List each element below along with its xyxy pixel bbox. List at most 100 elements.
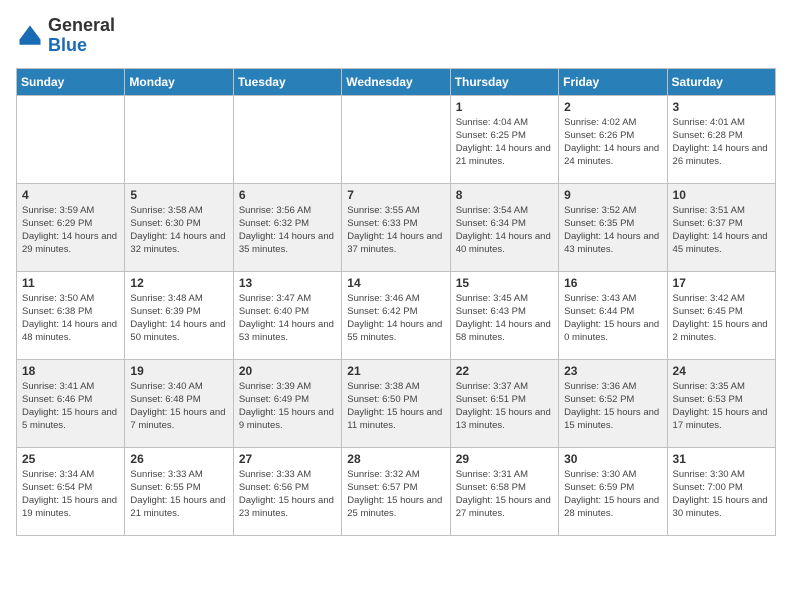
week-row-3: 11 Sunrise: 3:50 AM Sunset: 6:38 PM Dayli… (17, 271, 776, 359)
logo-icon (16, 22, 44, 50)
day-info: Sunrise: 4:02 AM Sunset: 6:26 PM Dayligh… (564, 116, 661, 169)
calendar-cell: 1Sunrise: 4:04 AM Sunset: 6:25 PM Daylig… (450, 95, 558, 183)
calendar-cell: 9 Sunrise: 3:52 AM Sunset: 6:35 PM Daylig… (559, 183, 667, 271)
day-number: 21 (347, 364, 444, 378)
calendar-cell: 16Sunrise: 3:43 AM Sunset: 6:44 PM Dayli… (559, 271, 667, 359)
calendar-cell: 15 Sunrise: 3:45 AM Sunset: 6:43 PM Dayli… (450, 271, 558, 359)
day-number: 10 (673, 188, 770, 202)
calendar-cell: 24 Sunrise: 3:35 AM Sunset: 6:53 PM Dayli… (667, 359, 775, 447)
day-number: 12 (130, 276, 227, 290)
calendar-cell: 22 Sunrise: 3:37 AM Sunset: 6:51 PM Dayli… (450, 359, 558, 447)
day-info: Sunrise: 3:33 AM Sunset: 6:55 PM Dayligh… (130, 468, 227, 521)
day-number: 24 (673, 364, 770, 378)
day-info: Sunrise: 3:54 AM Sunset: 6:34 PM Dayligh… (456, 204, 553, 257)
calendar-cell: 26 Sunrise: 3:33 AM Sunset: 6:55 PM Dayli… (125, 447, 233, 535)
day-info: Sunrise: 3:59 AM Sunset: 6:29 PM Dayligh… (22, 204, 119, 257)
week-row-1: 1Sunrise: 4:04 AM Sunset: 6:25 PM Daylig… (17, 95, 776, 183)
day-info: Sunrise: 3:31 AM Sunset: 6:58 PM Dayligh… (456, 468, 553, 521)
day-number: 30 (564, 452, 661, 466)
day-number: 26 (130, 452, 227, 466)
day-info: Sunrise: 3:30 AM Sunset: 6:59 PM Dayligh… (564, 468, 661, 521)
calendar-cell: 12 Sunrise: 3:48 AM Sunset: 6:39 PM Dayli… (125, 271, 233, 359)
day-info: Sunrise: 3:36 AM Sunset: 6:52 PM Dayligh… (564, 380, 661, 433)
calendar-cell: 28 Sunrise: 3:32 AM Sunset: 6:57 PM Dayli… (342, 447, 450, 535)
day-number: 20 (239, 364, 336, 378)
logo-general: General (48, 15, 115, 35)
day-info: Sunrise: 4:04 AM Sunset: 6:25 PM Dayligh… (456, 116, 553, 169)
day-info: Sunrise: 3:47 AM Sunset: 6:40 PM Dayligh… (239, 292, 336, 345)
day-number: 22 (456, 364, 553, 378)
day-number: 28 (347, 452, 444, 466)
day-info: Sunrise: 3:52 AM Sunset: 6:35 PM Dayligh… (564, 204, 661, 257)
calendar-cell: 18 Sunrise: 3:41 AM Sunset: 6:46 PM Dayli… (17, 359, 125, 447)
logo-blue: Blue (48, 35, 87, 55)
calendar-cell: 2 Sunrise: 4:02 AM Sunset: 6:26 PM Daylig… (559, 95, 667, 183)
day-info: Sunrise: 3:34 AM Sunset: 6:54 PM Dayligh… (22, 468, 119, 521)
day-number: 3 (673, 100, 770, 114)
day-number: 14 (347, 276, 444, 290)
weekday-header-friday: Friday (559, 68, 667, 95)
weekday-header-thursday: Thursday (450, 68, 558, 95)
calendar-cell: 21 Sunrise: 3:38 AM Sunset: 6:50 PM Dayli… (342, 359, 450, 447)
day-number: 31 (673, 452, 770, 466)
day-number: 25 (22, 452, 119, 466)
calendar-cell: 30 Sunrise: 3:30 AM Sunset: 6:59 PM Dayli… (559, 447, 667, 535)
day-number: 29 (456, 452, 553, 466)
week-row-5: 25 Sunrise: 3:34 AM Sunset: 6:54 PM Dayli… (17, 447, 776, 535)
day-number: 4 (22, 188, 119, 202)
day-info: Sunrise: 3:55 AM Sunset: 6:33 PM Dayligh… (347, 204, 444, 257)
calendar-cell: 8 Sunrise: 3:54 AM Sunset: 6:34 PM Daylig… (450, 183, 558, 271)
day-number: 15 (456, 276, 553, 290)
calendar-cell: 14 Sunrise: 3:46 AM Sunset: 6:42 PM Dayli… (342, 271, 450, 359)
calendar-cell: 11 Sunrise: 3:50 AM Sunset: 6:38 PM Dayli… (17, 271, 125, 359)
day-info: Sunrise: 3:39 AM Sunset: 6:49 PM Dayligh… (239, 380, 336, 433)
day-info: Sunrise: 3:48 AM Sunset: 6:39 PM Dayligh… (130, 292, 227, 345)
day-info: Sunrise: 3:41 AM Sunset: 6:46 PM Dayligh… (22, 380, 119, 433)
calendar-cell: 23 Sunrise: 3:36 AM Sunset: 6:52 PM Dayli… (559, 359, 667, 447)
calendar-cell: 6 Sunrise: 3:56 AM Sunset: 6:32 PM Daylig… (233, 183, 341, 271)
day-number: 17 (673, 276, 770, 290)
weekday-header-row: SundayMondayTuesdayWednesdayThursdayFrid… (17, 68, 776, 95)
day-info: Sunrise: 3:46 AM Sunset: 6:42 PM Dayligh… (347, 292, 444, 345)
day-number: 8 (456, 188, 553, 202)
day-info: Sunrise: 3:35 AM Sunset: 6:53 PM Dayligh… (673, 380, 770, 433)
calendar-cell: 17Sunrise: 3:42 AM Sunset: 6:45 PM Dayli… (667, 271, 775, 359)
day-number: 2 (564, 100, 661, 114)
day-number: 18 (22, 364, 119, 378)
day-info: Sunrise: 3:50 AM Sunset: 6:38 PM Dayligh… (22, 292, 119, 345)
day-number: 7 (347, 188, 444, 202)
day-number: 6 (239, 188, 336, 202)
calendar-cell: 20 Sunrise: 3:39 AM Sunset: 6:49 PM Dayli… (233, 359, 341, 447)
calendar-cell: 27 Sunrise: 3:33 AM Sunset: 6:56 PM Dayli… (233, 447, 341, 535)
day-number: 9 (564, 188, 661, 202)
day-info: Sunrise: 3:56 AM Sunset: 6:32 PM Dayligh… (239, 204, 336, 257)
calendar-cell: 29 Sunrise: 3:31 AM Sunset: 6:58 PM Dayli… (450, 447, 558, 535)
weekday-header-tuesday: Tuesday (233, 68, 341, 95)
calendar-cell: 7 Sunrise: 3:55 AM Sunset: 6:33 PM Daylig… (342, 183, 450, 271)
day-number: 11 (22, 276, 119, 290)
logo: General Blue (16, 16, 115, 56)
day-info: Sunrise: 3:38 AM Sunset: 6:50 PM Dayligh… (347, 380, 444, 433)
day-info: Sunrise: 3:32 AM Sunset: 6:57 PM Dayligh… (347, 468, 444, 521)
day-number: 23 (564, 364, 661, 378)
calendar-cell: 4 Sunrise: 3:59 AM Sunset: 6:29 PM Daylig… (17, 183, 125, 271)
day-number: 27 (239, 452, 336, 466)
day-number: 13 (239, 276, 336, 290)
day-info: Sunrise: 3:51 AM Sunset: 6:37 PM Dayligh… (673, 204, 770, 257)
day-info: Sunrise: 3:58 AM Sunset: 6:30 PM Dayligh… (130, 204, 227, 257)
weekday-header-monday: Monday (125, 68, 233, 95)
weekday-header-saturday: Saturday (667, 68, 775, 95)
calendar-cell (342, 95, 450, 183)
calendar-cell (233, 95, 341, 183)
day-info: Sunrise: 4:01 AM Sunset: 6:28 PM Dayligh… (673, 116, 770, 169)
page-header: General Blue (16, 16, 776, 56)
day-number: 19 (130, 364, 227, 378)
calendar-cell: 5Sunrise: 3:58 AM Sunset: 6:30 PM Daylig… (125, 183, 233, 271)
calendar-cell: 19Sunrise: 3:40 AM Sunset: 6:48 PM Dayli… (125, 359, 233, 447)
day-info: Sunrise: 3:37 AM Sunset: 6:51 PM Dayligh… (456, 380, 553, 433)
day-number: 16 (564, 276, 661, 290)
day-info: Sunrise: 3:33 AM Sunset: 6:56 PM Dayligh… (239, 468, 336, 521)
calendar-cell: 13 Sunrise: 3:47 AM Sunset: 6:40 PM Dayli… (233, 271, 341, 359)
day-info: Sunrise: 3:45 AM Sunset: 6:43 PM Dayligh… (456, 292, 553, 345)
day-info: Sunrise: 3:30 AM Sunset: 7:00 PM Dayligh… (673, 468, 770, 521)
